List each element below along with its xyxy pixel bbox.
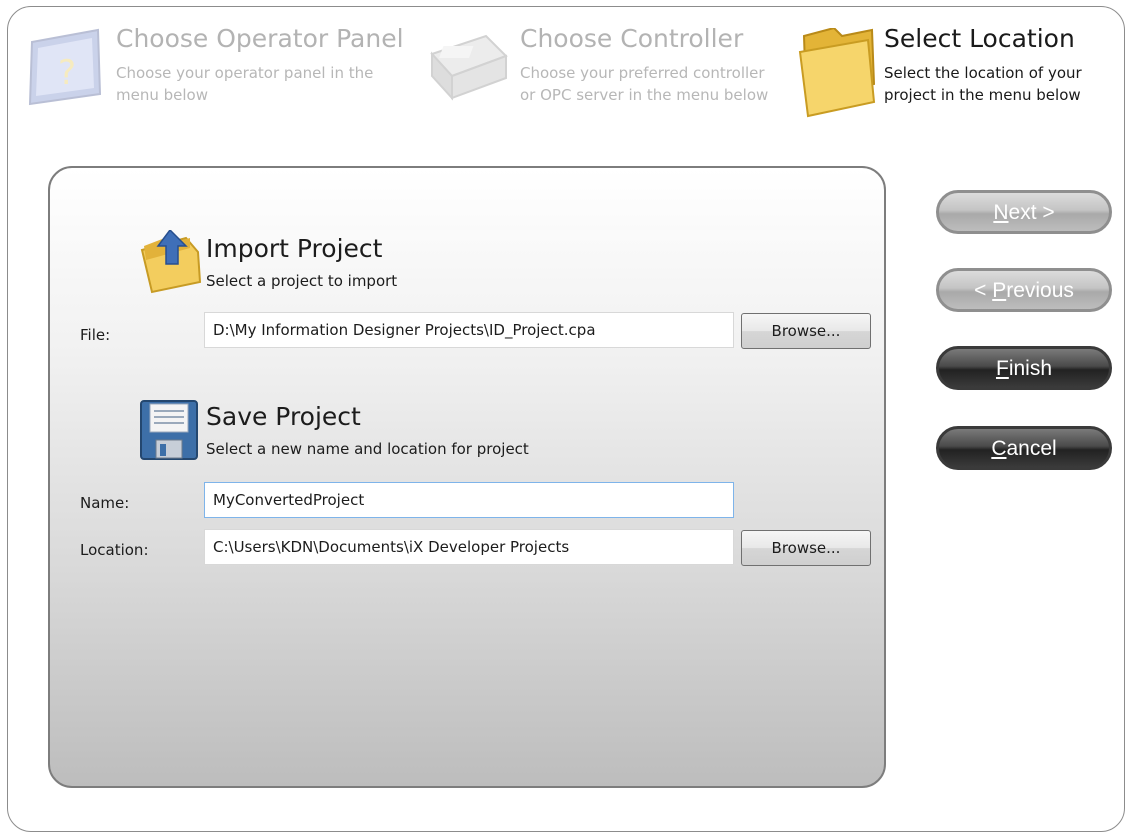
cancel-label: ancel: [1006, 437, 1057, 460]
folder-icon: [798, 26, 878, 122]
step-description: Choose your operator panel in the menu b…: [116, 64, 374, 104]
save-project-title: Save Project: [206, 402, 361, 431]
controller-icon: [428, 28, 508, 112]
step-title: Choose Controller: [520, 24, 744, 53]
finish-button[interactable]: Finish: [936, 346, 1112, 390]
finish-label: inish: [1008, 357, 1053, 380]
finish-mnemonic: F: [995, 357, 1009, 380]
import-folder-icon: [140, 228, 202, 298]
previous-prefix: <: [974, 279, 993, 302]
import-project-description: Select a project to import: [206, 272, 398, 290]
next-mnemonic: N: [993, 201, 1009, 224]
name-label: Name:: [80, 494, 130, 512]
location-label: Location:: [80, 541, 149, 559]
step-title: Choose Operator Panel: [116, 24, 404, 53]
file-path-input[interactable]: D:\My Information Designer Projects\ID_P…: [204, 312, 734, 348]
previous-button[interactable]: < Previous: [936, 268, 1112, 312]
import-project-title: Import Project: [206, 234, 383, 263]
next-label: ext >: [1008, 201, 1055, 224]
save-project-description: Select a new name and location for proje…: [206, 440, 529, 458]
cancel-button[interactable]: Cancel: [936, 426, 1112, 470]
browse-file-button[interactable]: Browse...: [741, 313, 871, 349]
project-name-input[interactable]: MyConvertedProject: [204, 482, 734, 518]
browse-location-button[interactable]: Browse...: [741, 530, 871, 566]
location-path-input[interactable]: C:\Users\KDN\Documents\iX Developer Proj…: [204, 529, 734, 565]
previous-label: revious: [1006, 279, 1074, 302]
file-label: File:: [80, 326, 111, 344]
svg-text:?: ?: [58, 53, 76, 93]
next-button[interactable]: Next >: [936, 190, 1112, 234]
step-title: Select Location: [884, 24, 1075, 53]
cancel-mnemonic: C: [991, 437, 1007, 460]
step-description: Choose your preferred controller or OPC …: [520, 64, 769, 104]
operator-panel-icon: ?: [22, 28, 106, 124]
floppy-disk-icon: [140, 400, 198, 464]
previous-mnemonic: P: [992, 279, 1007, 302]
step-description: Select the location of your project in t…: [884, 64, 1082, 104]
